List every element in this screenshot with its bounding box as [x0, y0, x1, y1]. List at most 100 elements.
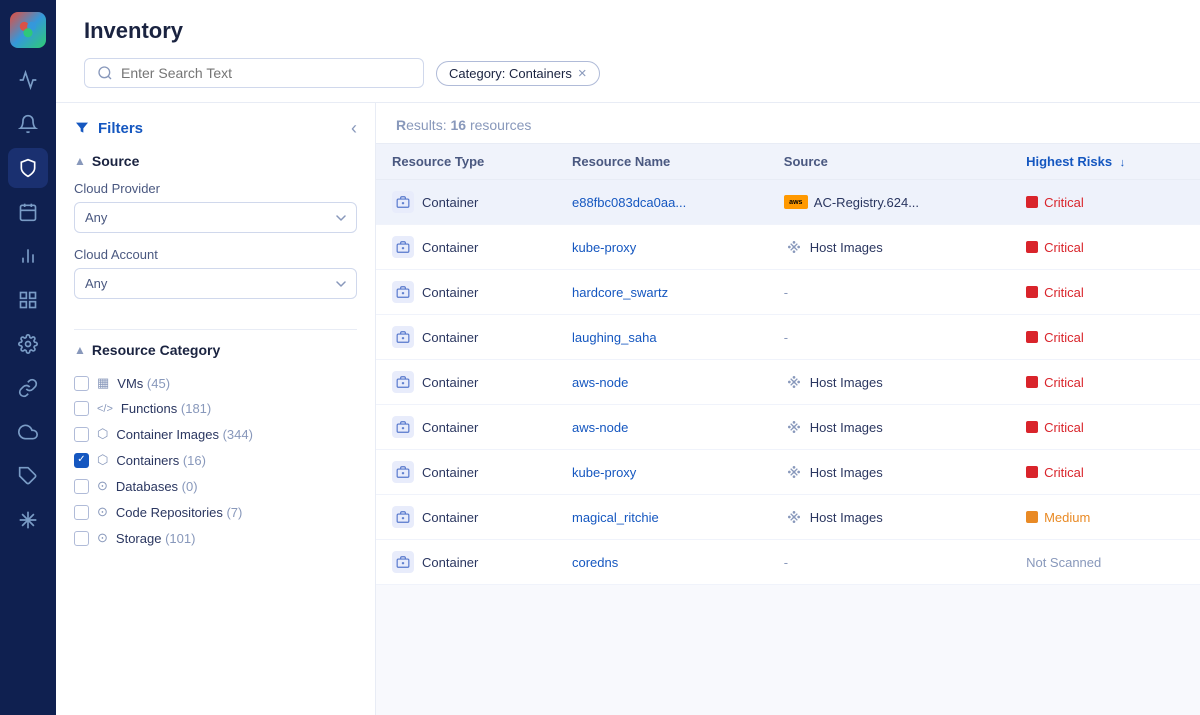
category-checkbox-functions[interactable]	[74, 401, 89, 416]
risk-label: Critical	[1044, 240, 1084, 255]
source-label: Host Images	[810, 375, 883, 390]
source-section-header[interactable]: ▲ Source	[74, 153, 357, 169]
risk-label: Critical	[1044, 465, 1084, 480]
sidebar-item-gear[interactable]	[8, 324, 48, 364]
risk-label: Not Scanned	[1026, 555, 1101, 570]
cloud-provider-group: Cloud Provider Any	[74, 181, 357, 247]
table-row[interactable]: Container magical_ritchie Host Images Me…	[376, 495, 1200, 540]
category-functions-label: Functions (181)	[121, 401, 211, 416]
filters-title: Filters	[74, 120, 143, 137]
filters-header: Filters ‹	[74, 119, 357, 137]
cell-resource-type: Container	[376, 225, 556, 270]
container-type-icon	[392, 416, 414, 438]
results-text: Results: 16 resources	[396, 117, 531, 133]
category-checkbox-code-repos[interactable]	[74, 505, 89, 520]
search-input[interactable]	[121, 65, 411, 81]
resource-category-header[interactable]: ▲ Resource Category	[74, 342, 357, 358]
risk-label: Critical	[1044, 375, 1084, 390]
table-row[interactable]: Container aws-node Host Images Critical	[376, 405, 1200, 450]
cell-resource-name: coredns	[556, 540, 768, 585]
resource-type-label: Container	[422, 555, 478, 570]
sidebar-item-calendar[interactable]	[8, 192, 48, 232]
category-item-functions[interactable]: </> Functions (181)	[74, 396, 357, 421]
category-item-containers[interactable]: ⬡ Containers (16)	[74, 447, 357, 473]
sidebar-item-grid[interactable]	[8, 280, 48, 320]
table-row[interactable]: Container hardcore_swartz-Critical	[376, 270, 1200, 315]
category-checkbox-databases[interactable]	[74, 479, 89, 494]
inventory-table: Resource Type Resource Name Source Highe…	[376, 144, 1200, 585]
category-item-code-repos[interactable]: ⊙ Code Repositories (7)	[74, 499, 357, 525]
sidebar-item-tag[interactable]	[8, 456, 48, 496]
table-area: Results: 16 resources Resource Type Reso…	[376, 103, 1200, 715]
cell-source: -	[768, 315, 1010, 360]
source-label: Host Images	[810, 240, 883, 255]
sidebar-item-chart[interactable]	[8, 236, 48, 276]
search-input-wrap[interactable]	[84, 58, 424, 88]
cell-resource-type: Container	[376, 540, 556, 585]
cell-risk: Critical	[1010, 450, 1200, 495]
table-row[interactable]: Container aws-node Host Images Critical	[376, 360, 1200, 405]
cell-resource-name: aws-node	[556, 405, 768, 450]
sidebar-item-cloud[interactable]	[8, 412, 48, 452]
databases-icon: ⊙	[97, 478, 108, 494]
category-item-databases[interactable]: ⊙ Databases (0)	[74, 473, 357, 499]
critical-risk-icon	[1026, 331, 1038, 343]
cell-risk: Critical	[1010, 180, 1200, 225]
filters-collapse-button[interactable]: ‹	[351, 119, 357, 137]
category-checkbox-containers[interactable]	[74, 453, 89, 468]
filter-tag-containers[interactable]: Category: Containers ×	[436, 61, 600, 86]
cloud-account-label: Cloud Account	[74, 247, 357, 262]
sidebar-item-link[interactable]	[8, 368, 48, 408]
host-images-icon	[784, 237, 804, 257]
filter-tag-close-icon[interactable]: ×	[578, 66, 587, 81]
host-images-icon	[784, 417, 804, 437]
container-type-icon	[392, 236, 414, 258]
app-logo	[10, 12, 46, 48]
cell-source: aws AC-Registry.624...	[768, 180, 1010, 225]
resource-type-label: Container	[422, 420, 478, 435]
resource-type-label: Container	[422, 510, 478, 525]
table-row[interactable]: Container e88fbc083dca0aa... aws AC-Regi…	[376, 180, 1200, 225]
category-item-storage[interactable]: ⊙ Storage (101)	[74, 525, 357, 551]
source-section: ▲ Source Cloud Provider Any Cloud Accoun…	[74, 153, 357, 313]
col-highest-risks[interactable]: Highest Risks ↓	[1010, 144, 1200, 180]
cell-risk: Not Scanned	[1010, 540, 1200, 585]
cell-source: Host Images	[768, 360, 1010, 405]
sidebar-item-shield[interactable]	[8, 148, 48, 188]
col-source: Source	[768, 144, 1010, 180]
table-row[interactable]: Container coredns-Not Scanned	[376, 540, 1200, 585]
category-checkbox-container-images[interactable]	[74, 427, 89, 442]
cell-resource-type: Container	[376, 180, 556, 225]
resource-category-section: ▲ Resource Category ▦ VMs (45) </> Funct…	[74, 342, 357, 551]
category-item-vms[interactable]: ▦ VMs (45)	[74, 370, 357, 396]
critical-risk-icon	[1026, 421, 1038, 433]
cell-risk: Critical	[1010, 225, 1200, 270]
cell-risk: Critical	[1010, 405, 1200, 450]
host-images-icon	[784, 372, 804, 392]
filters-panel: Filters ‹ ▲ Source Cloud Provider Any Cl…	[56, 103, 376, 715]
col-resource-name: Resource Name	[556, 144, 768, 180]
sidebar-item-activity[interactable]	[8, 60, 48, 100]
cell-source: Host Images	[768, 225, 1010, 270]
cell-resource-name: e88fbc083dca0aa...	[556, 180, 768, 225]
category-checkbox-storage[interactable]	[74, 531, 89, 546]
cell-resource-name: laughing_saha	[556, 315, 768, 360]
cloud-provider-select[interactable]: Any	[74, 202, 357, 233]
cloud-account-group: Cloud Account Any	[74, 247, 357, 313]
table-row[interactable]: Container kube-proxy Host Images Critica…	[376, 225, 1200, 270]
resource-type-label: Container	[422, 465, 478, 480]
cloud-account-select[interactable]: Any	[74, 268, 357, 299]
table-row[interactable]: Container kube-proxy Host Images Critica…	[376, 450, 1200, 495]
sidebar-item-asterisk[interactable]	[8, 500, 48, 540]
source-dash: -	[784, 285, 788, 300]
cloud-provider-label: Cloud Provider	[74, 181, 357, 196]
cell-resource-type: Container	[376, 360, 556, 405]
category-checkbox-vms[interactable]	[74, 376, 89, 391]
risk-label: Critical	[1044, 330, 1084, 345]
category-item-container-images[interactable]: ⬡ Container Images (344)	[74, 421, 357, 447]
sidebar-item-alerts[interactable]	[8, 104, 48, 144]
resource-type-label: Container	[422, 330, 478, 345]
functions-icon: </>	[97, 403, 113, 415]
table-row[interactable]: Container laughing_saha- Critical	[376, 315, 1200, 360]
cell-source: Host Images	[768, 450, 1010, 495]
